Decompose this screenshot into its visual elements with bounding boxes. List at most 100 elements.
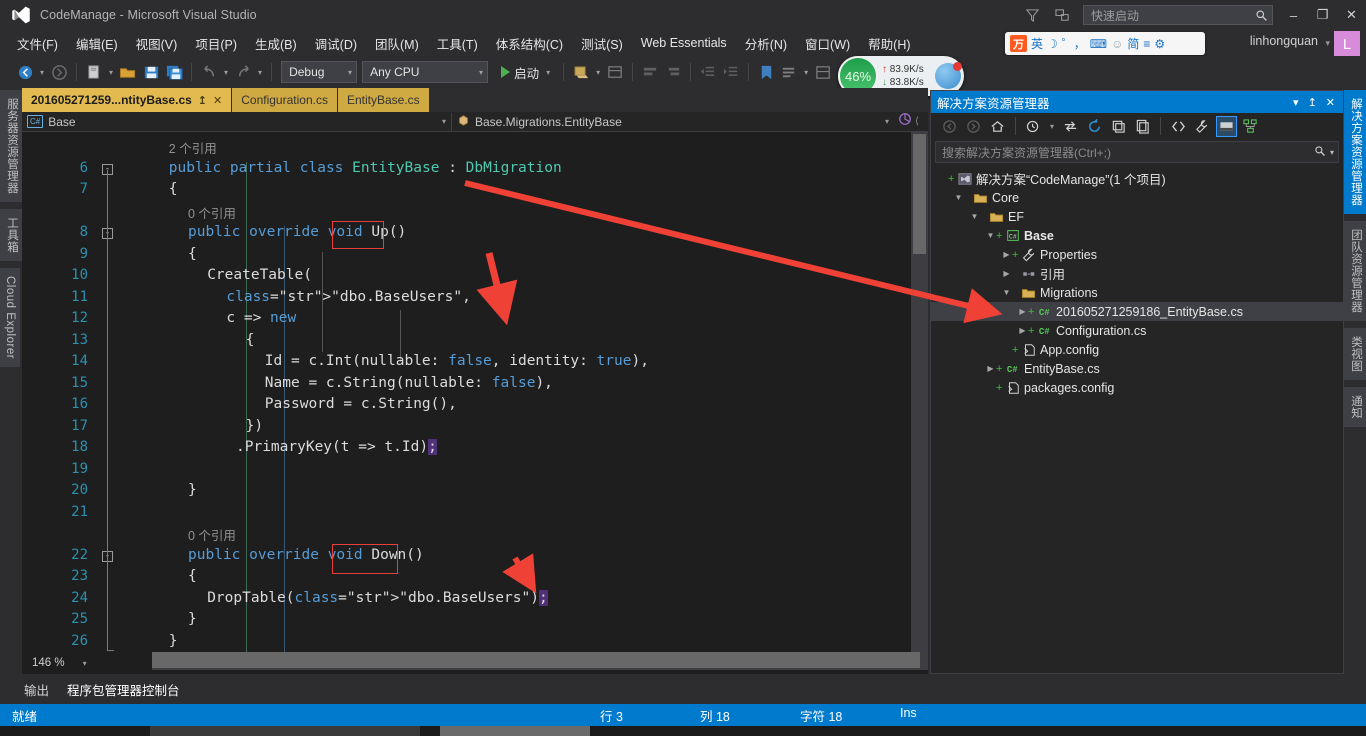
undo-dropdown-icon[interactable]: ▾	[221, 68, 231, 77]
dock-tab-server-explorer[interactable]: 服务器资源管理器	[0, 90, 24, 202]
navbar-type-select[interactable]: C# Base ▾	[22, 112, 452, 131]
chevron-right-icon-tree[interactable]: ▶	[985, 364, 996, 373]
navigate-forward-icon[interactable]	[48, 60, 70, 84]
pin-icon[interactable]: ↥	[198, 94, 207, 107]
tree-node[interactable]: ▶ + C# 201605271259186_EntityBase.cs	[931, 302, 1343, 321]
pending-changes-dropdown-icon[interactable]: ▾	[1047, 122, 1057, 131]
uncomment-icon[interactable]	[662, 60, 684, 84]
bottom-tab-package-manager-console[interactable]: 程序包管理器控制台	[67, 680, 180, 699]
chevron-right-icon-tree[interactable]: ▶	[1017, 326, 1028, 335]
tree-node[interactable]: ▼ Migrations	[931, 283, 1343, 302]
chevron-down-icon-tree[interactable]: ▼	[953, 193, 964, 202]
comment-icon[interactable]	[639, 60, 661, 84]
navbar-member-select[interactable]: Base.Migrations.EntityBase ▾	[452, 113, 894, 131]
view-code-icon[interactable]	[1168, 116, 1189, 137]
editor-hscrollbar-thumb[interactable]	[130, 652, 920, 668]
dock-tab-team-explorer[interactable]: 团队资源管理器	[1344, 221, 1366, 321]
editor-horizontal-scrollbar[interactable]	[130, 652, 928, 670]
menu-item-project[interactable]: 项目(P)	[186, 31, 246, 56]
feedback-icon[interactable]	[1017, 2, 1047, 28]
tree-node[interactable]: ▶ + C# EntityBase.cs	[931, 359, 1343, 378]
dock-tab-solution-explorer[interactable]: 解决方案资源管理器	[1344, 90, 1366, 214]
chevron-right-icon-tree[interactable]: ▶	[1001, 250, 1012, 259]
document-tab-migration[interactable]: 201605271259...ntityBase.cs ↥ ✕	[22, 88, 233, 112]
chevron-down-icon-tree[interactable]: ▼	[985, 231, 996, 240]
codelens-reference-count[interactable]: 0 个引用	[188, 525, 236, 544]
code-map-icon[interactable]	[898, 112, 912, 131]
panel-close-icon[interactable]: ✕	[1326, 96, 1335, 109]
toggle-bookmark-icon[interactable]	[778, 60, 800, 84]
menu-item-edit[interactable]: 编辑(E)	[67, 31, 127, 56]
ime-toolbar[interactable]: 万 英 ☽ ゜， ⌨ ☺ 简 ≡ ⚙	[1005, 32, 1205, 55]
tree-node[interactable]: + App.config	[931, 340, 1343, 359]
tree-node[interactable]: ▶ + Properties	[931, 245, 1343, 264]
tree-node[interactable]: ▼ EF	[931, 207, 1343, 226]
menu-item-window[interactable]: 窗口(W)	[796, 31, 859, 56]
editor-vertical-scrollbar[interactable]	[911, 132, 928, 652]
solution-tree[interactable]: + 解决方案“CodeManage”(1 个项目) ▼ Core ▼ EF ▼ + C# Base…	[931, 166, 1343, 397]
pending-changes-icon[interactable]	[1023, 116, 1044, 137]
accelerator-ball-icon[interactable]	[935, 62, 962, 89]
dock-tab-notifications[interactable]: 通知	[1344, 387, 1366, 427]
open-file-icon[interactable]	[117, 60, 139, 84]
properties-icon[interactable]	[1192, 116, 1213, 137]
attach-to-process-icon[interactable]	[570, 60, 592, 84]
close-icon[interactable]: ✕	[213, 94, 222, 107]
save-icon[interactable]	[140, 60, 162, 84]
navigate-back-icon[interactable]	[14, 60, 36, 84]
preview-selected-items-icon[interactable]	[1216, 115, 1238, 137]
start-debug-dropdown-icon[interactable]: ▾	[543, 68, 553, 77]
chevron-right-icon-tree[interactable]: ▶	[1001, 269, 1012, 278]
panel-pin-icon[interactable]: ↥	[1308, 96, 1317, 109]
tree-node[interactable]: + 解决方案“CodeManage”(1 个项目)	[931, 169, 1343, 188]
class-diagram-icon[interactable]	[1240, 116, 1261, 137]
menu-item-file[interactable]: 文件(F)	[8, 31, 67, 56]
menu-item-architecture[interactable]: 体系结构(C)	[487, 31, 572, 56]
ime-language-toggle[interactable]: 英	[1031, 35, 1043, 52]
increase-indent-icon[interactable]	[720, 60, 742, 84]
tree-node[interactable]: ▼ Core	[931, 188, 1343, 207]
tree-node[interactable]: + packages.config	[931, 378, 1343, 397]
chevron-down-icon-tree[interactable]: ▼	[1001, 288, 1012, 297]
forward-icon[interactable]	[963, 116, 984, 137]
tree-node[interactable]: ▶ + C# Configuration.cs	[931, 321, 1343, 340]
chevron-down-icon-tree[interactable]: ▼	[969, 212, 980, 221]
minimize-button[interactable]: –	[1279, 0, 1308, 30]
sync-with-active-document-icon[interactable]	[1060, 116, 1081, 137]
tree-node[interactable]: ▶ 引用	[931, 264, 1343, 283]
taskbar-item-1[interactable]	[150, 726, 420, 736]
menu-item-help[interactable]: 帮助(H)	[859, 31, 919, 56]
menu-item-test[interactable]: 测试(S)	[572, 31, 632, 56]
attach-dropdown-icon[interactable]: ▾	[593, 68, 603, 77]
account-name[interactable]: linhongquan	[1250, 34, 1318, 48]
save-all-icon[interactable]	[163, 60, 185, 84]
account-chevron-down-icon[interactable]: ▾	[1325, 38, 1330, 49]
notifications-icon[interactable]	[1047, 2, 1077, 28]
dock-tab-cloud-explorer[interactable]: Cloud Explorer	[0, 268, 20, 368]
chevron-right-icon-tree[interactable]: ▶	[1017, 307, 1028, 316]
ime-punctuation-icon[interactable]: ゜，	[1062, 35, 1086, 52]
start-debug-button[interactable]: 启动 ▾	[497, 63, 557, 82]
decrease-indent-icon[interactable]	[697, 60, 719, 84]
navigate-back-dropdown-icon[interactable]: ▾	[37, 68, 47, 77]
redo-dropdown-icon[interactable]: ▾	[255, 68, 265, 77]
close-button[interactable]: ✕	[1337, 0, 1366, 30]
ime-toolbox-icon[interactable]: ≡	[1143, 37, 1150, 51]
bottom-tab-output[interactable]: 输出	[24, 680, 49, 699]
ime-keyboard-icon[interactable]: ⌨	[1090, 37, 1107, 51]
show-all-files-icon[interactable]	[1132, 116, 1153, 137]
new-project-dropdown-icon[interactable]: ▾	[106, 68, 116, 77]
navbar-more-icon[interactable]: ⟨	[915, 116, 919, 127]
menu-item-analyze[interactable]: 分析(N)	[736, 31, 796, 56]
ime-user-icon[interactable]: ☺	[1111, 37, 1123, 51]
new-project-icon[interactable]	[83, 60, 105, 84]
menu-item-team[interactable]: 团队(M)	[366, 31, 428, 56]
zoom-level-select[interactable]: 146 % ▾	[32, 657, 87, 669]
editor-scrollbar-thumb[interactable]	[913, 134, 926, 254]
menu-item-view[interactable]: 视图(V)	[127, 31, 187, 56]
ime-settings-gear-icon[interactable]: ⚙	[1154, 37, 1165, 51]
dock-tab-toolbox[interactable]: 工具箱	[0, 209, 24, 261]
document-tab-configuration[interactable]: Configuration.cs	[232, 88, 338, 112]
search-options-chevron-icon[interactable]: ▾	[1326, 148, 1334, 157]
taskbar-item-2[interactable]	[440, 726, 590, 736]
